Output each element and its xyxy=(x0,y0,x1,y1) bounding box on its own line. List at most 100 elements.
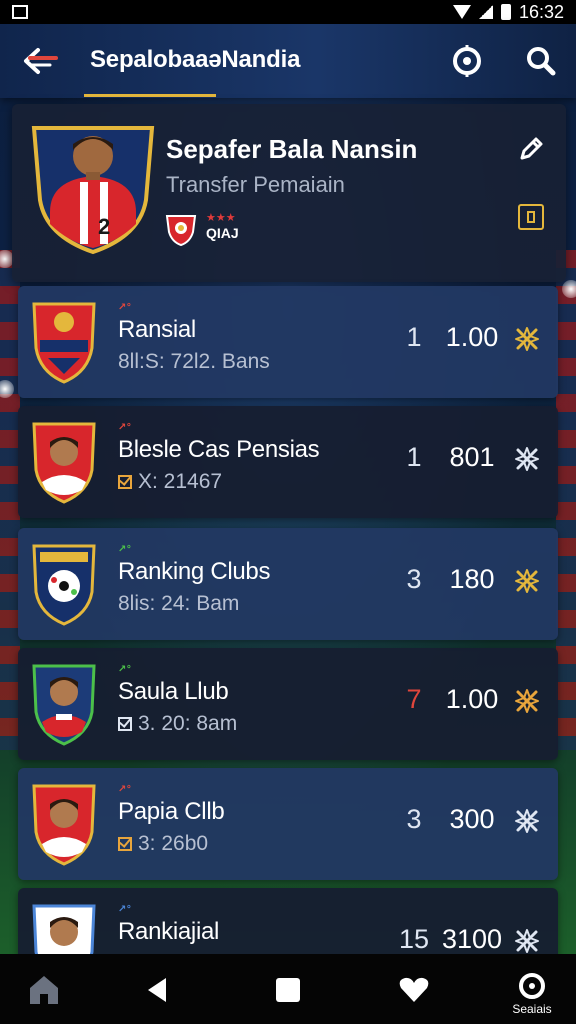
item-rank: 15 xyxy=(398,924,430,954)
wifi-icon xyxy=(452,5,471,19)
notification-icon xyxy=(12,5,28,19)
pencil-icon xyxy=(520,137,543,160)
item-action-button[interactable] xyxy=(512,926,542,956)
item-title: Rankiajial xyxy=(118,918,220,945)
profile-tag: ★★★ QIAJ xyxy=(206,212,239,242)
crest-player-red-icon xyxy=(30,782,98,866)
item-subtitle: 8lis: 24: Bam xyxy=(118,592,239,616)
status-right: 16:32 xyxy=(452,1,564,23)
bottom-nav: Seaiais xyxy=(0,954,576,1024)
checkbox-icon xyxy=(118,475,132,489)
item-trend-mark: ↗° xyxy=(118,544,131,555)
list-item[interactable]: ↗° Ranking Clubs 8lis: 24: Bam 3 180 xyxy=(18,528,558,640)
item-rank: 1 xyxy=(406,442,422,472)
list-item[interactable]: ↗° Ransial 8ll:S: 72l2. Bans 1 1.00 xyxy=(18,286,558,398)
list-item[interactable]: ↗° Papia Cllb 3: 26b0 3 300 xyxy=(18,768,558,880)
item-trend-mark: ↗° xyxy=(118,302,131,313)
status-time: 16:32 xyxy=(518,1,564,22)
item-trend-mark: ↗° xyxy=(118,422,131,433)
checkbox-icon xyxy=(118,717,132,731)
item-subtitle-text: 3: 26b0 xyxy=(138,832,209,855)
profile-player-crest: 2 xyxy=(28,120,158,256)
item-title: Saula Llub xyxy=(118,678,229,705)
nav-overview-button[interactable] xyxy=(268,970,308,1010)
square-icon xyxy=(276,978,300,1002)
item-value: 300 xyxy=(449,804,495,834)
item-rank: 3 xyxy=(406,804,422,834)
crowd-right xyxy=(556,250,576,750)
item-subtitle: 8ll:S: 72l2. Bans xyxy=(118,350,270,374)
item-action-button[interactable] xyxy=(512,444,542,474)
app-bar: SepalobaaəNandia xyxy=(0,24,576,98)
shirt-number: 2 xyxy=(98,214,111,239)
item-trend-mark: ↗° xyxy=(118,904,131,915)
crest-club-ball-icon xyxy=(30,542,98,626)
list-item[interactable]: ↗° Blesle Cas Pensias X: 21467 1 801 xyxy=(18,406,558,518)
item-action-button[interactable] xyxy=(512,566,542,596)
star-swap-icon xyxy=(512,327,542,358)
heart-icon xyxy=(399,977,429,1002)
back-button[interactable] xyxy=(22,44,60,78)
back-arrow-icon xyxy=(24,48,58,74)
nav-settings-label: Seaiais xyxy=(512,1002,552,1016)
profile-card: 2 Sepafer Bala Nansin Transfer Pemaiain … xyxy=(12,104,566,282)
item-value: 1.00 xyxy=(445,684,499,714)
item-trend-mark: ↗° xyxy=(118,664,131,675)
app-title: SepalobaaəNandia xyxy=(90,46,301,73)
item-action-button[interactable] xyxy=(512,324,542,354)
item-value: 3100 xyxy=(441,924,503,954)
battery-icon xyxy=(500,4,511,20)
item-title: Ransial xyxy=(118,316,196,343)
triangle-back-icon xyxy=(148,978,166,1002)
circle-dot-icon xyxy=(519,973,545,999)
bracket-button[interactable] xyxy=(518,204,544,230)
bracket-icon xyxy=(527,211,535,223)
item-value: 180 xyxy=(449,564,495,594)
star-swap-icon xyxy=(512,447,542,478)
item-rank: 3 xyxy=(406,564,422,594)
crowd-left xyxy=(0,250,20,750)
item-title: Papia Cllb xyxy=(118,798,225,825)
title-underline xyxy=(84,94,216,97)
target-button[interactable] xyxy=(448,42,486,80)
nav-home-button[interactable] xyxy=(24,970,64,1010)
item-value: 801 xyxy=(449,442,495,472)
item-subtitle-text: 8ll:S: 72l2. Bans xyxy=(118,350,270,373)
star-swap-icon xyxy=(512,689,542,720)
item-title: Blesle Cas Pensias xyxy=(118,436,320,463)
item-subtitle-text: 3. 20: 8am xyxy=(138,712,238,735)
nav-settings-button[interactable] xyxy=(512,966,552,1006)
star-swap-icon xyxy=(512,809,542,840)
edit-button[interactable] xyxy=(516,134,546,164)
tag-stars: ★★★ xyxy=(206,212,236,224)
item-value: 1.00 xyxy=(445,322,499,352)
item-subtitle-text: X: 21467 xyxy=(138,470,223,493)
item-subtitle: 3. 20: 8am xyxy=(118,712,237,736)
item-rank: 1 xyxy=(406,322,422,352)
nav-favorites-button[interactable] xyxy=(394,970,434,1010)
crest-club-red-icon xyxy=(30,300,98,384)
item-action-button[interactable] xyxy=(512,806,542,836)
crest-player-blue-icon xyxy=(30,662,98,746)
item-action-button[interactable] xyxy=(512,686,542,716)
stadium-light xyxy=(562,280,576,298)
target-icon xyxy=(453,45,481,77)
home-icon xyxy=(30,976,58,1004)
status-bar: 16:32 xyxy=(0,0,576,24)
search-button[interactable] xyxy=(522,42,560,80)
profile-name: Sepafer Bala Nansin xyxy=(166,134,418,164)
crest-player-red-icon xyxy=(30,420,98,504)
item-subtitle: X: 21467 xyxy=(118,470,222,494)
item-rank: 7 xyxy=(406,684,422,714)
item-title: Ranking Clubs xyxy=(118,558,271,585)
item-subtitle-text: 8lis: 24: Bam xyxy=(118,592,240,615)
item-trend-mark: ↗° xyxy=(118,784,131,795)
profile-subtitle: Transfer Pemaiain xyxy=(166,172,345,197)
checkbox-icon xyxy=(118,837,132,851)
nav-back-button[interactable] xyxy=(138,970,178,1010)
star-swap-icon xyxy=(512,569,542,600)
club-badge-icon xyxy=(164,212,198,247)
list-item[interactable]: ↗° Saula Llub 3. 20: 8am 7 1.00 xyxy=(18,648,558,760)
tag-code: QIAJ xyxy=(206,225,239,241)
item-subtitle: 3: 26b0 xyxy=(118,832,208,856)
